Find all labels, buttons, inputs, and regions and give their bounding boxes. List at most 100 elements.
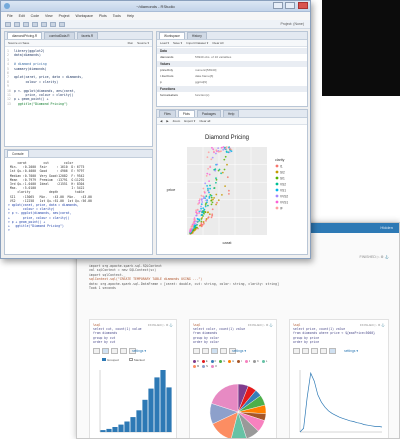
plots-toolbar: ◀ ▶ Zoom Export ▾ Clear all: [157, 118, 307, 125]
clear-all-plots-button[interactable]: Clear all: [199, 119, 210, 123]
forward-arrow-icon[interactable]: ▶: [166, 119, 168, 123]
paragraph-status[interactable]: FINISHED ▷ ⚙ ⚓: [360, 255, 389, 259]
menu-tools[interactable]: Tools: [113, 14, 121, 18]
menu-code[interactable]: Code: [31, 14, 39, 18]
scatter-point: [207, 216, 210, 219]
pie-legend-item[interactable]: E: [201, 360, 208, 363]
load-button[interactable]: Load ▾: [160, 41, 169, 45]
table-view-button[interactable]: [293, 348, 300, 354]
clear-all-button[interactable]: Clear All: [212, 41, 223, 45]
pie-chart-button[interactable]: [111, 348, 118, 354]
settings-link[interactable]: settings ▾: [132, 349, 146, 353]
settings-link[interactable]: settings ▾: [344, 349, 358, 353]
workspace-item[interactable]: priceOnly numeric[53940]: [157, 68, 307, 73]
maximize-button[interactable]: [285, 2, 295, 9]
histogram-legend: Grouped Stacked: [102, 358, 145, 362]
save-icon[interactable]: [23, 21, 29, 27]
zoom-button[interactable]: Zoom: [173, 119, 181, 123]
tab-files[interactable]: Files: [159, 110, 176, 117]
print-icon[interactable]: [41, 21, 47, 27]
legend-grouped[interactable]: Grouped: [107, 358, 119, 362]
pie-legend-item[interactable]: D: [193, 360, 199, 363]
export-button[interactable]: Export ▾: [184, 119, 195, 123]
histogram-bar: [130, 417, 136, 432]
scatter-point: [217, 150, 220, 153]
bar-chart-button[interactable]: [202, 348, 209, 354]
legend-stacked[interactable]: Stacked: [134, 358, 145, 362]
menu-help[interactable]: Help: [127, 14, 134, 18]
settings-link[interactable]: settings ▾: [232, 349, 246, 353]
source-button[interactable]: Source ▾: [137, 41, 149, 45]
area-chart-button[interactable]: [120, 348, 127, 354]
run-button[interactable]: Run: [128, 41, 134, 45]
menu-file[interactable]: File: [7, 14, 13, 18]
close-button[interactable]: [298, 2, 308, 9]
code-editor[interactable]: 1 library(ggplot2) 2 data(diamonds) 3 4 # diam…: [7, 49, 150, 106]
area-chart-button[interactable]: [220, 348, 227, 354]
tab-workspace[interactable]: Workspace: [159, 32, 185, 39]
histogram-bar: [100, 430, 106, 432]
tab-diamond-pricing[interactable]: diamondPricing.R: [7, 32, 43, 39]
cell-status[interactable]: FINISHED ▷ ⚙ ⚓: [360, 323, 385, 327]
pie-chart-button[interactable]: [211, 348, 218, 354]
bar-chart-button[interactable]: [302, 348, 309, 354]
table-view-button[interactable]: [193, 348, 200, 354]
scatter-point: [212, 148, 215, 151]
menu-workspace[interactable]: Workspace: [75, 14, 92, 18]
pie-legend-item[interactable]: K: [253, 360, 259, 363]
table-view-button[interactable]: [93, 348, 100, 354]
dark-panel: [322, 0, 400, 96]
cell-status[interactable]: FINISHED ▷ ⚙ ⚓: [148, 323, 173, 327]
bar-chart-button[interactable]: [102, 348, 109, 354]
pie-legend-item[interactable]: F: [210, 360, 216, 363]
tab-help[interactable]: Help: [222, 110, 240, 117]
save-button[interactable]: Save ▾: [173, 41, 182, 45]
save-all-icon[interactable]: [32, 21, 38, 27]
workspace-item[interactable]: r.fourCuts data.frame[3]: [157, 74, 307, 79]
line-chart-button[interactable]: [329, 348, 336, 354]
menu-project[interactable]: Project: [59, 14, 70, 18]
area-chart-button[interactable]: [320, 348, 327, 354]
pie-legend-item[interactable]: L: [261, 360, 267, 363]
notebook-topbar-label[interactable]: Hidden: [380, 225, 393, 230]
source-on-save-checkbox[interactable]: Source on Save: [8, 41, 29, 45]
pie-legend-item[interactable]: H: [228, 360, 234, 363]
menu-plots[interactable]: Plots: [99, 14, 107, 18]
tab-packages[interactable]: Packages: [196, 110, 221, 117]
pie-legend-item[interactable]: O: [211, 365, 217, 368]
workspace-item[interactable]: formatLabels function(x): [157, 93, 307, 98]
histogram-bar: [106, 428, 112, 432]
menu-view[interactable]: View: [45, 14, 53, 18]
legend-swatch: [211, 365, 215, 368]
go-to-file-icon[interactable]: [50, 21, 56, 27]
tab-facets[interactable]: facets.R: [76, 32, 99, 39]
import-dataset-button[interactable]: Import Dataset ▾: [186, 41, 208, 45]
tab-history[interactable]: History: [186, 32, 207, 39]
new-file-icon[interactable]: [5, 21, 11, 27]
open-file-icon[interactable]: [14, 21, 20, 27]
tab-console[interactable]: Console: [7, 150, 29, 157]
pie-legend-item[interactable]: I: [237, 360, 242, 363]
workspace-item[interactable]: p ggplot[9]: [157, 80, 307, 85]
scatter-point: [202, 207, 205, 210]
tab-combat-data[interactable]: combatData.R: [44, 32, 75, 39]
minimize-button[interactable]: [273, 2, 283, 9]
cell-status[interactable]: FINISHED ▷ ⚙ ⚓: [248, 323, 273, 327]
scatter-point: [201, 213, 203, 216]
project-menu[interactable]: Project: (None): [280, 22, 304, 26]
console-output[interactable]: carat cut color Min. :0.2000 Fair : 1610…: [8, 161, 150, 232]
workspace-panes-icon[interactable]: [59, 21, 65, 27]
workspace-item[interactable]: diamonds 53940 obs. of 10 variables: [157, 55, 307, 60]
pie-legend-item[interactable]: J: [244, 360, 250, 363]
pie-chart-button[interactable]: [311, 348, 318, 354]
pie-legend-item[interactable]: N: [202, 365, 208, 368]
scatter-point: [216, 163, 219, 166]
legend-label: N: [206, 365, 209, 368]
menu-edit[interactable]: Edit: [19, 14, 25, 18]
pie-legend-item[interactable]: M: [193, 365, 199, 368]
pie-legend-item[interactable]: G: [219, 360, 225, 363]
chart-type-toolbar: [93, 348, 136, 354]
line-text: library(ggplot2): [14, 49, 45, 53]
tab-plots[interactable]: Plots: [177, 110, 195, 117]
back-arrow-icon[interactable]: ◀: [160, 119, 162, 123]
